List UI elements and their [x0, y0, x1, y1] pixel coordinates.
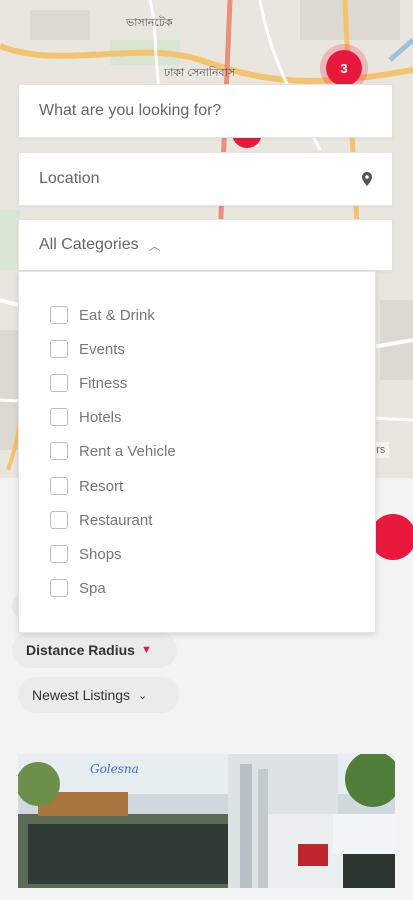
checkbox-icon[interactable]: [50, 579, 68, 597]
category-option[interactable]: Rent a Vehicle: [50, 440, 176, 462]
category-label: Restaurant: [79, 511, 153, 529]
search-placeholder: What are you looking for?: [39, 102, 222, 119]
category-option[interactable]: Hotels: [50, 406, 122, 428]
category-option[interactable]: Spa: [50, 577, 106, 599]
category-label: Fitness: [79, 374, 128, 392]
map-label: ভাসানটেক: [126, 17, 173, 29]
checkbox-icon[interactable]: [50, 442, 68, 460]
category-option[interactable]: Shops: [50, 543, 122, 565]
chevron-up-icon: ︿: [148, 238, 161, 253]
checkbox-icon[interactable]: [50, 374, 68, 392]
checkbox-icon[interactable]: [50, 511, 68, 529]
category-label: Shops: [79, 545, 122, 563]
category-option[interactable]: Events: [50, 338, 125, 360]
category-option[interactable]: Resort: [50, 475, 123, 497]
category-label: Resort: [79, 477, 124, 495]
listing-sign-text: Golesna: [90, 762, 139, 776]
category-label: Hotels: [79, 408, 122, 426]
checkbox-icon[interactable]: [50, 408, 68, 426]
location-placeholder: Location: [39, 170, 100, 187]
categories-dropdown[interactable]: All Categories ︿: [18, 219, 393, 271]
checkbox-icon[interactable]: [50, 340, 68, 358]
chevron-down-icon: ⌄: [138, 689, 148, 702]
map-toggle-button[interactable]: [370, 514, 413, 560]
category-option[interactable]: Fitness: [50, 372, 127, 394]
search-input[interactable]: What are you looking for?: [18, 84, 393, 138]
chevron-down-icon: ▼: [140, 644, 152, 656]
checkbox-icon[interactable]: [50, 477, 68, 495]
category-label: Eat & Drink: [79, 306, 155, 324]
sort-label: Newest Listings: [32, 687, 131, 703]
map-label: ঢাকা সেনানিবাস: [164, 67, 236, 79]
category-option[interactable]: Restaurant: [50, 509, 152, 531]
listing-photo: [18, 754, 395, 888]
category-label: Rent a Vehicle: [79, 442, 176, 460]
listing-image[interactable]: Golesna: [18, 754, 395, 888]
checkbox-icon[interactable]: [50, 306, 68, 324]
category-label: Spa: [79, 579, 106, 597]
sort-select[interactable]: Newest Listings ⌄: [18, 677, 179, 713]
categories-panel: Eat & Drink Events Fitness Hotels Rent a…: [18, 271, 376, 633]
categories-label: All Categories: [39, 236, 139, 253]
map-pin-icon: [362, 172, 372, 186]
distance-radius-label: Distance Radius: [26, 642, 135, 658]
map-cluster-marker[interactable]: 3: [326, 50, 362, 86]
distance-radius-button[interactable]: Distance Radius ▼: [12, 632, 177, 668]
category-label: Events: [79, 340, 125, 358]
category-option[interactable]: Eat & Drink: [50, 304, 155, 326]
location-input[interactable]: Location: [18, 152, 393, 206]
bottom-bar: [0, 888, 413, 900]
checkbox-icon[interactable]: [50, 545, 68, 563]
